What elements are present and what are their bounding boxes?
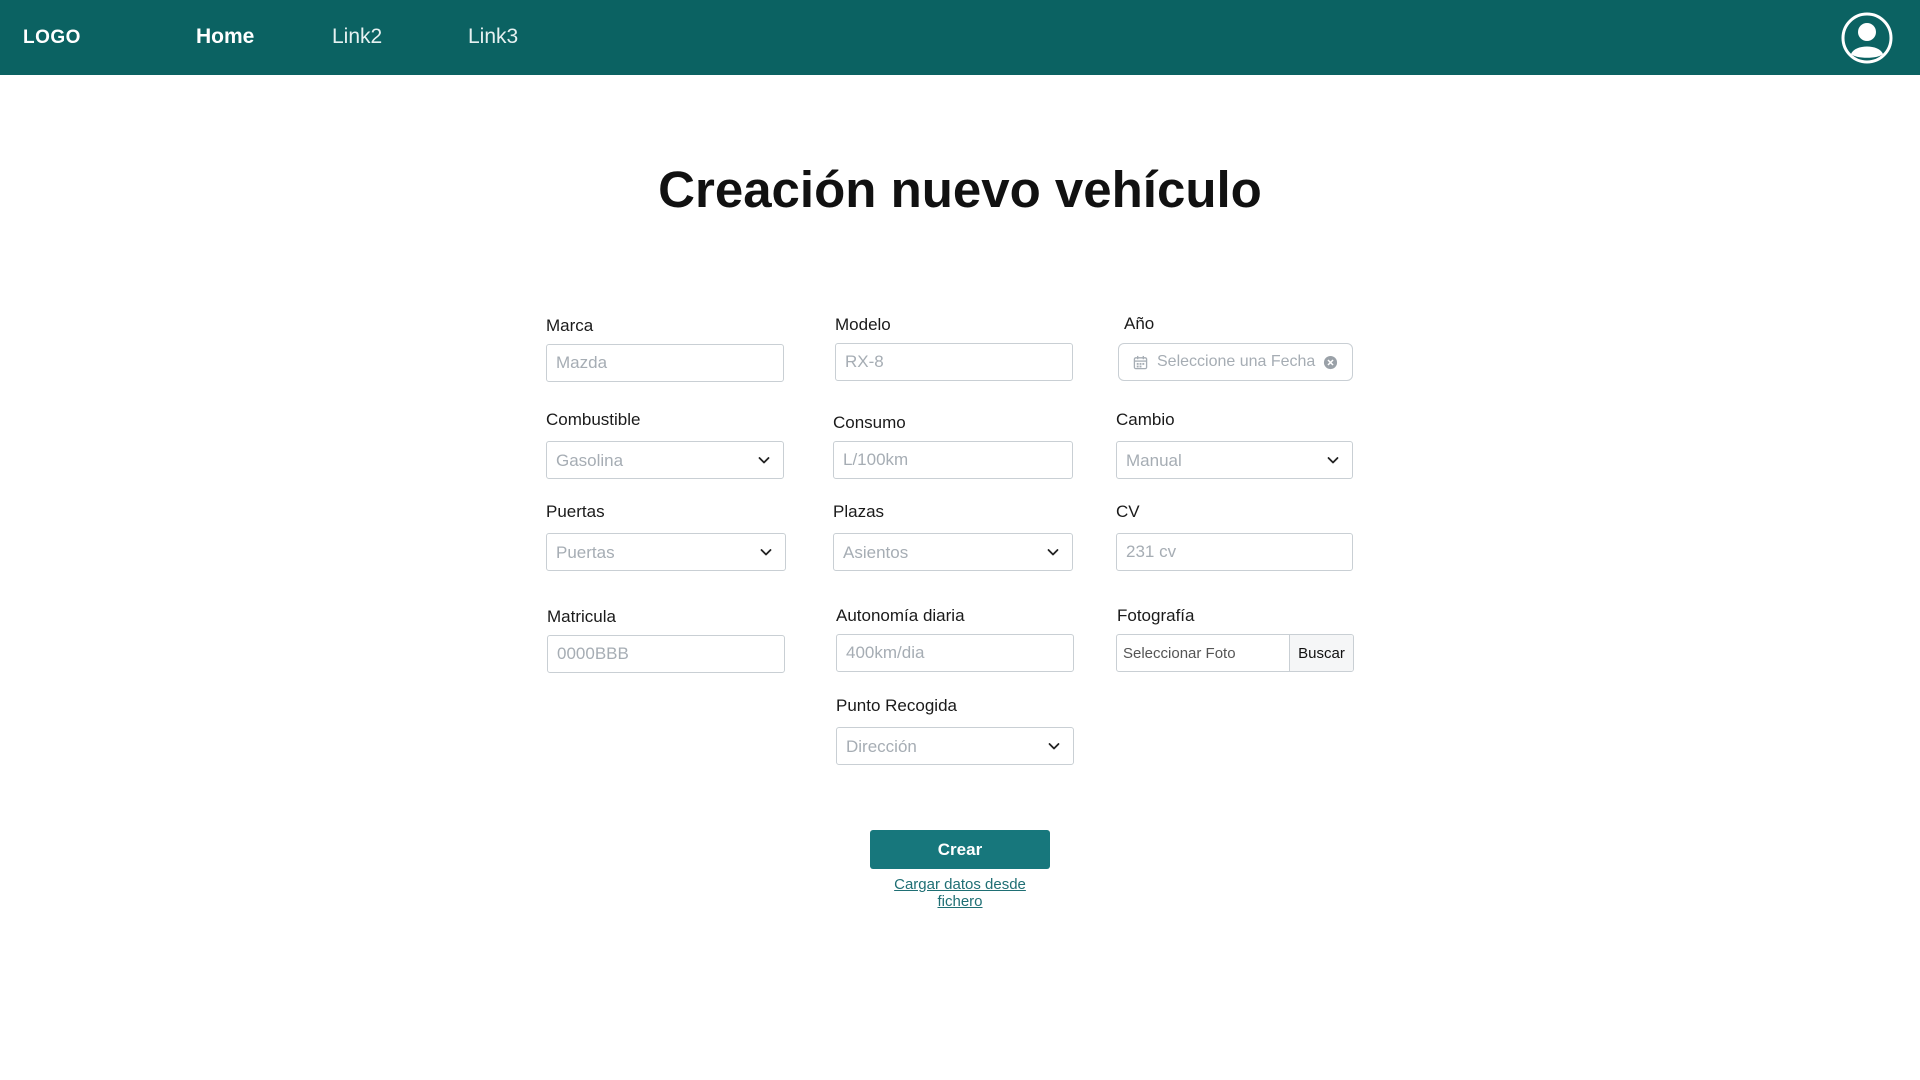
plazas-label: Plazas [833,502,885,521]
puertas-label: Puertas [546,502,605,521]
autonomia-input[interactable] [837,635,1073,671]
fotografia-placeholder: Seleccionar Foto [1123,645,1236,662]
consumo-input[interactable] [834,442,1072,478]
combustible-label: Combustible [546,410,641,429]
buscar-button[interactable]: Buscar [1289,635,1353,671]
marca-label: Marca [546,316,594,335]
matricula-field[interactable] [547,635,785,673]
cargar-datos-link[interactable]: Cargar datos desde fichero [870,876,1050,910]
logo[interactable]: LOGO [23,27,81,49]
cambio-selected: Manual [1126,451,1182,470]
marca-field[interactable] [546,344,784,382]
nav-link-link2[interactable]: Link2 [332,25,382,49]
user-avatar-icon[interactable] [1841,12,1893,64]
plazas-select[interactable]: Asientos [833,533,1073,571]
modelo-field[interactable] [835,343,1073,381]
autonomia-field[interactable] [836,634,1074,672]
chevron-down-icon [1047,549,1059,556]
matricula-label: Matricula [547,607,616,626]
punto-recogida-label: Punto Recogida [836,696,957,715]
consumo-label: Consumo [833,413,906,432]
page-title: Creación nuevo vehículo [658,161,1262,218]
chevron-down-icon [758,457,770,464]
plazas-selected: Asientos [843,543,909,562]
anio-placeholder: Seleccione una Fecha [1157,353,1316,370]
punto-recogida-select[interactable]: Dirección [836,727,1074,765]
modelo-label: Modelo [835,315,891,334]
calendar-icon [1133,355,1148,370]
cv-field[interactable] [1116,533,1353,571]
modelo-input[interactable] [836,344,1072,380]
anio-date-picker[interactable]: Seleccione una Fecha [1118,343,1353,381]
puertas-select[interactable]: Puertas [546,533,786,571]
anio-label: Año [1124,314,1155,333]
marca-input[interactable] [547,345,783,381]
chevron-down-icon [1327,457,1339,464]
top-navbar: LOGO Home Link2 Link3 [0,0,1920,75]
clear-icon[interactable] [1323,355,1338,370]
matricula-input[interactable] [548,636,784,672]
chevron-down-icon [760,549,772,556]
combustible-select[interactable]: Gasolina [546,441,784,479]
puertas-selected: Puertas [556,543,615,562]
fotografia-label: Fotografía [1117,606,1195,625]
nav-link-link3[interactable]: Link3 [468,25,518,49]
punto-recogida-selected: Dirección [846,737,917,756]
fotografia-file-picker[interactable]: Seleccionar Foto Buscar [1116,634,1354,672]
cv-label: CV [1116,502,1140,521]
autonomia-label: Autonomía diaria [836,606,965,625]
cambio-label: Cambio [1116,410,1175,429]
nav-link-home[interactable]: Home [196,25,254,49]
crear-button[interactable]: Crear [870,830,1050,869]
chevron-down-icon [1048,743,1060,750]
cv-input[interactable] [1117,534,1352,570]
consumo-field[interactable] [833,441,1073,479]
cambio-select[interactable]: Manual [1116,441,1353,479]
combustible-selected: Gasolina [556,451,624,470]
